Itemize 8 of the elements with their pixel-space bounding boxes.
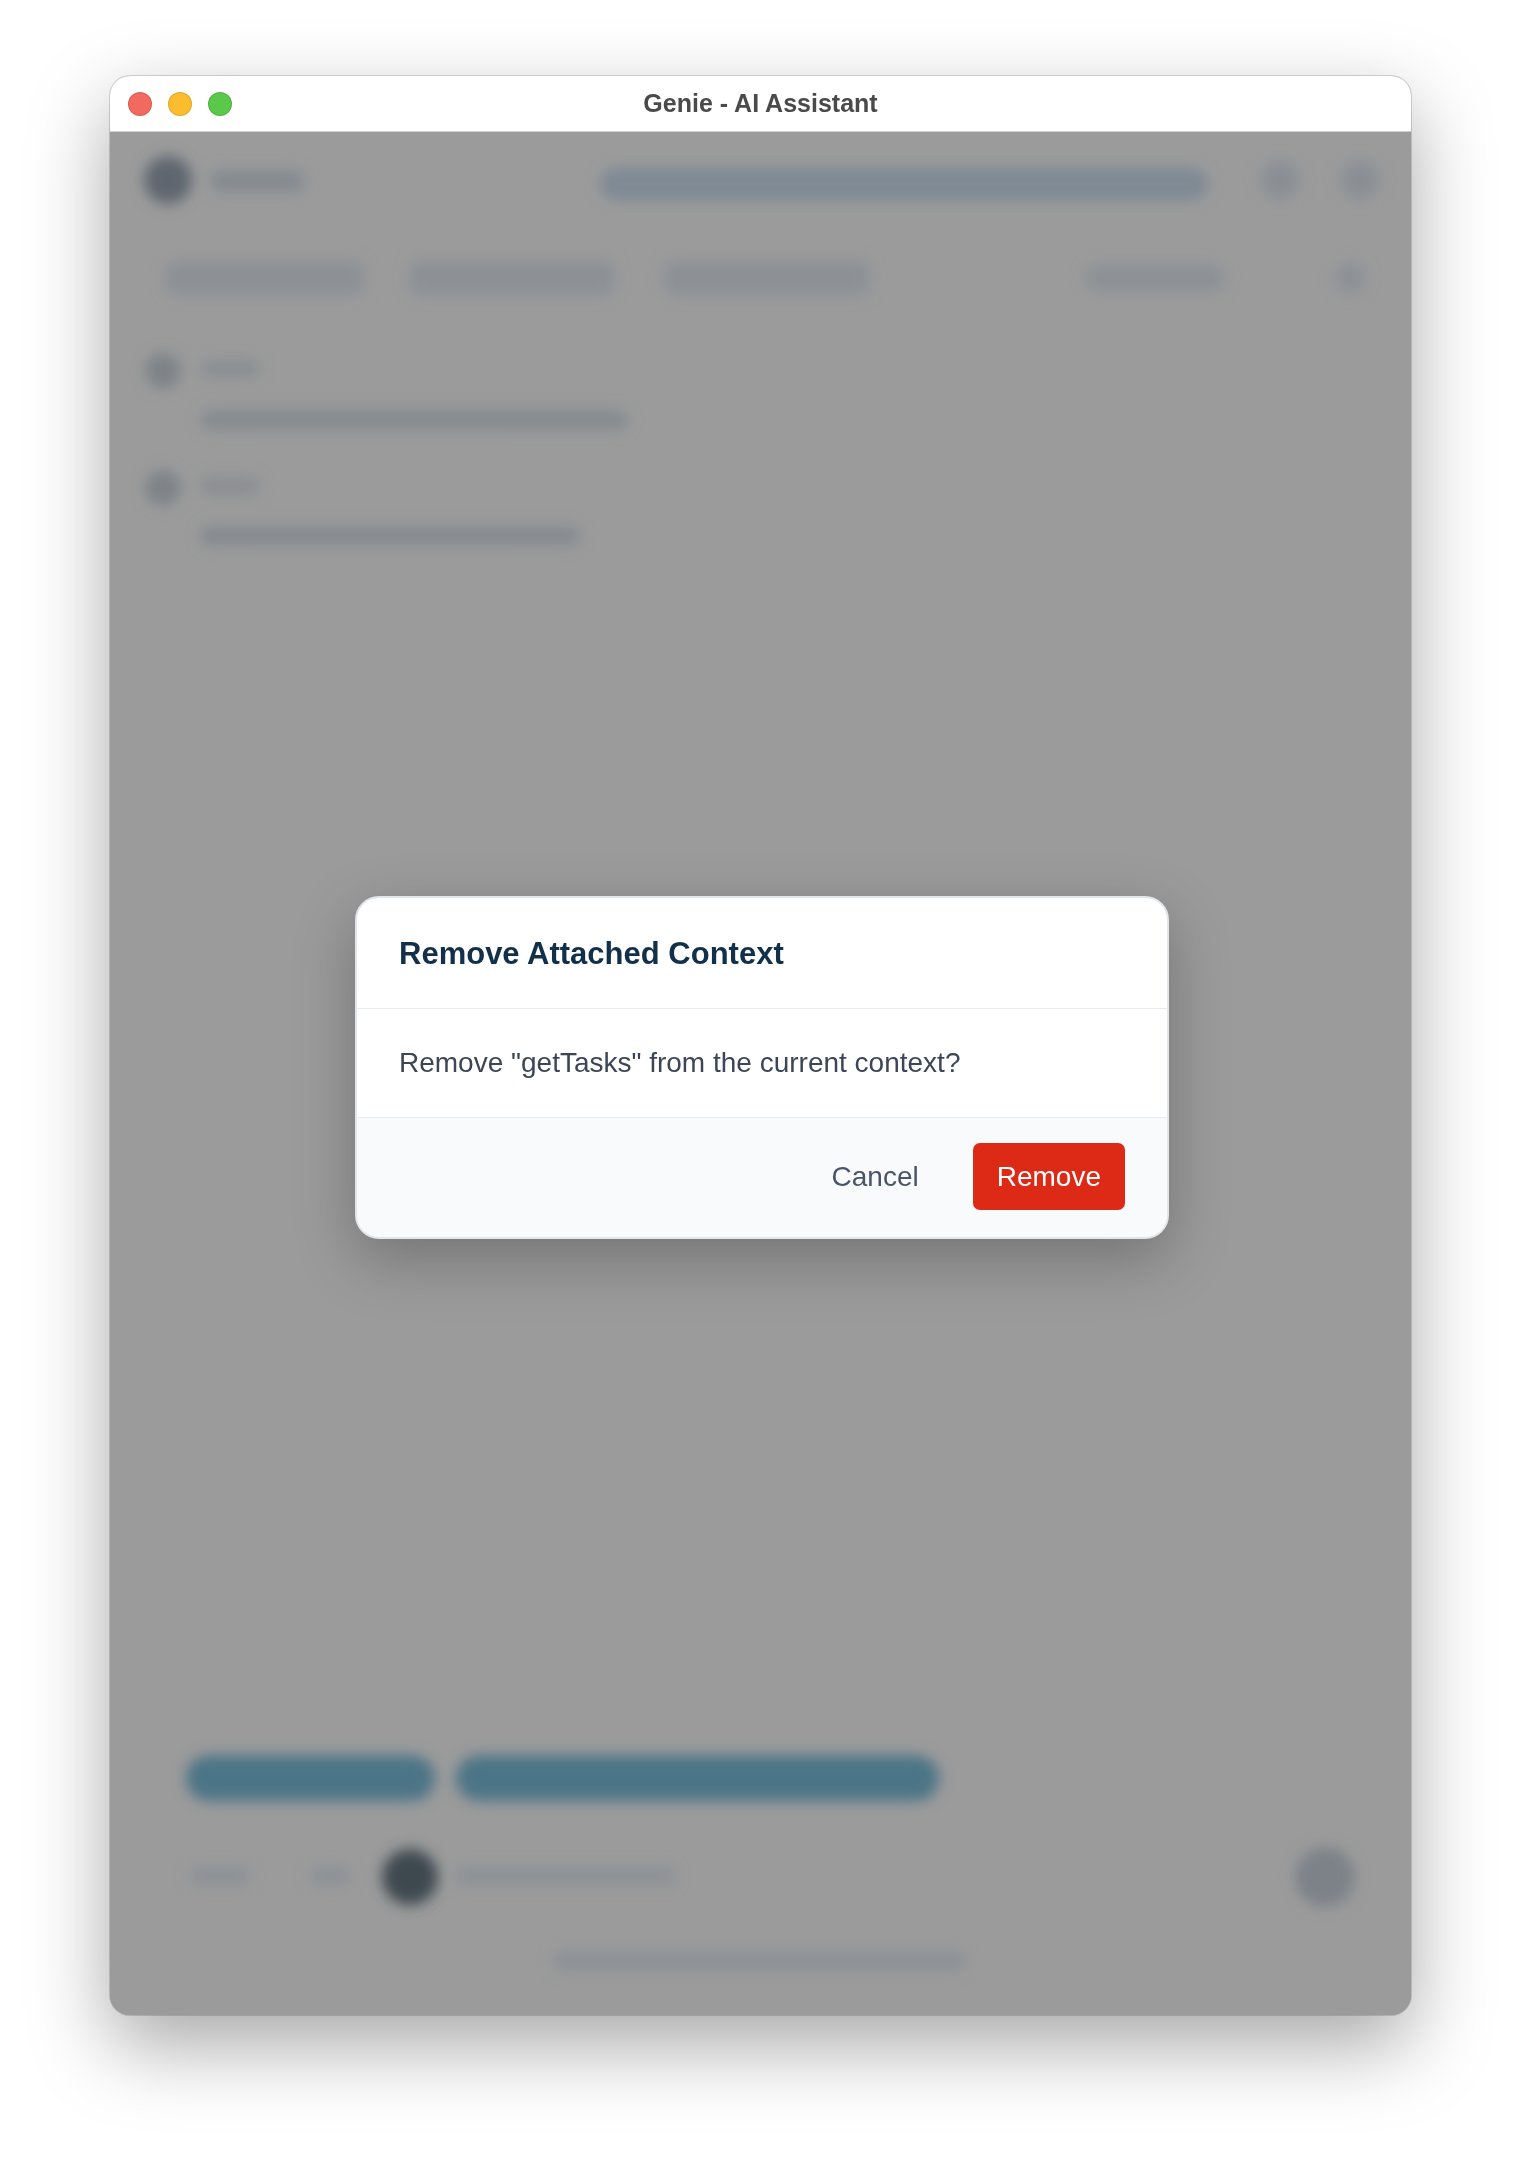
close-button[interactable] — [128, 91, 152, 116]
zoom-button[interactable] — [208, 91, 232, 116]
dialog-message: Remove "getTasks" from the current context? — [399, 1047, 961, 1079]
remove-button[interactable]: Remove — [972, 1143, 1125, 1210]
minimize-button[interactable] — [168, 91, 192, 116]
cancel-button[interactable]: Cancel — [807, 1143, 943, 1210]
window-title: Genie - AI Assistant — [643, 89, 878, 118]
dialog-title: Remove Attached Context — [399, 936, 784, 972]
